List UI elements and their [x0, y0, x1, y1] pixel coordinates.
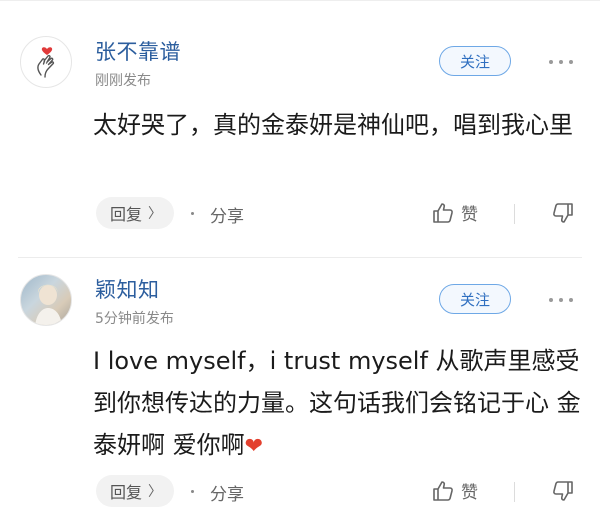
- dislike-button[interactable]: [551, 201, 575, 229]
- share-button[interactable]: 分享: [210, 202, 244, 227]
- like-button[interactable]: 赞: [431, 200, 478, 225]
- chevron-right-icon: 〉: [148, 484, 163, 500]
- like-label: 赞: [461, 483, 478, 503]
- share-button[interactable]: 分享: [210, 480, 244, 505]
- divider: [514, 482, 515, 502]
- like-label: 赞: [461, 205, 478, 225]
- finger-heart-icon: [37, 47, 55, 78]
- thumbs-up-icon: [433, 202, 453, 223]
- thumbs-down-icon: [553, 481, 573, 501]
- reply-label: 回复: [110, 205, 143, 224]
- reply-button[interactable]: 回复 〉: [96, 475, 175, 507]
- reply-button[interactable]: 回复 〉: [96, 197, 175, 229]
- comment-item: 张不靠谱 刚刚发布 关注 太好哭了，真的金泰妍是神仙吧，唱到我心里 回复 〉 分…: [0, 0, 600, 258]
- like-button[interactable]: 赞: [431, 478, 478, 503]
- comment-text-content: I love myself，i trust myself 从歌声里感受到你想传达…: [93, 347, 581, 459]
- more-options-icon[interactable]: [545, 293, 577, 307]
- avatar[interactable]: [20, 274, 72, 326]
- divider: [514, 204, 515, 224]
- dislike-button[interactable]: [551, 479, 575, 507]
- separator-dot: [191, 490, 194, 493]
- comment-item: 颖知知 5分钟前发布 关注 I love myself，i trust myse…: [0, 258, 600, 522]
- post-time: 刚刚发布: [95, 73, 151, 89]
- username[interactable]: 颖知知: [95, 274, 160, 304]
- comment-text: I love myself，i trust myself 从歌声里感受到你想传达…: [93, 340, 583, 468]
- post-time: 5分钟前发布: [95, 311, 174, 327]
- avatar[interactable]: [20, 36, 72, 88]
- separator-dot: [191, 212, 194, 215]
- photo-avatar: [35, 284, 62, 325]
- chevron-right-icon: 〉: [148, 206, 163, 222]
- thumbs-down-icon: [553, 203, 573, 223]
- username[interactable]: 张不靠谱: [95, 36, 181, 66]
- follow-button[interactable]: 关注: [439, 46, 511, 76]
- heart-icon: ❤: [244, 434, 264, 459]
- thumbs-up-icon: [433, 480, 453, 501]
- reply-label: 回复: [110, 483, 143, 502]
- follow-button[interactable]: 关注: [439, 284, 511, 314]
- comment-text: 太好哭了，真的金泰妍是神仙吧，唱到我心里: [93, 111, 573, 139]
- more-options-icon[interactable]: [545, 55, 577, 69]
